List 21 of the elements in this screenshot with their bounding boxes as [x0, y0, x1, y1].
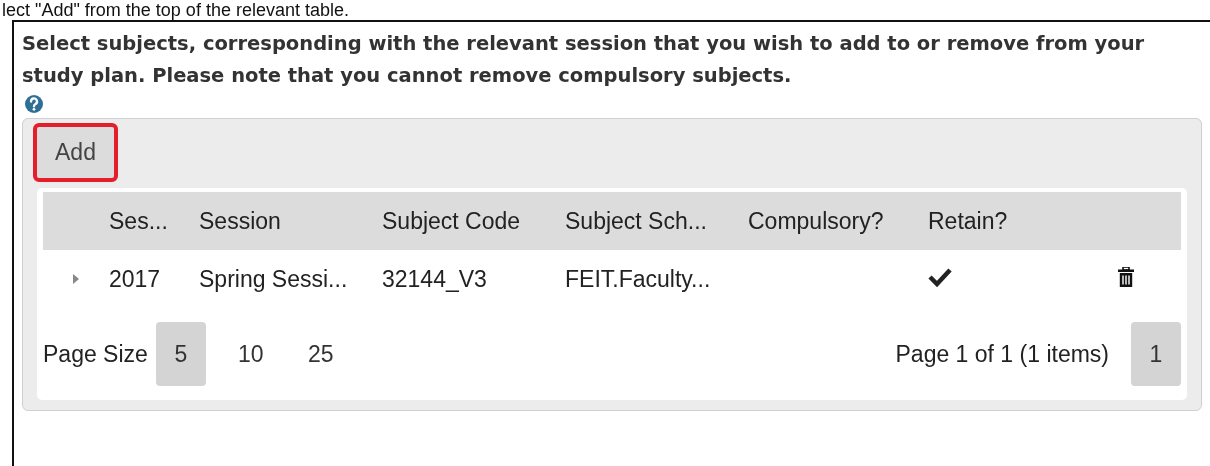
table-cell-text: FEIT.Faculty... — [565, 265, 712, 293]
column-header[interactable]: Ses... — [109, 207, 199, 235]
column-header[interactable]: Compulsory? — [748, 207, 926, 235]
column-header[interactable]: Retain? — [926, 207, 1118, 235]
page-button[interactable]: 1 — [1131, 322, 1181, 386]
table-cell-text: 2017 — [109, 265, 162, 293]
caption-text: lect "Add" from the top of the relevant table. — [1, 0, 350, 20]
column-header[interactable]: Subject Code — [382, 207, 565, 235]
page-size-option[interactable]: 10 — [225, 322, 276, 386]
delete-icon[interactable] — [1118, 266, 1134, 287]
page-size-label: Page Size — [43, 340, 148, 368]
table-cell-text: 32144_V3 — [382, 265, 488, 293]
page-size-option[interactable]: 25 — [295, 322, 346, 386]
help-icon[interactable] — [24, 94, 44, 114]
table-cell-text: Spring Sessi... — [199, 265, 349, 293]
page-size-option[interactable]: 5 — [155, 322, 206, 386]
expand-arrow-icon[interactable] — [72, 273, 80, 285]
column-header[interactable]: Session — [199, 207, 382, 235]
instructions-text: Select subjects, corresponding with the relevant session that you wish to add to or remove from your study plan. Please note that you cannot remove compulsory subjects. — [22, 31, 1146, 89]
page-summary: Page 1 of 1 (1 items) — [895, 340, 1109, 368]
column-header[interactable]: Subject Sch... — [565, 207, 748, 235]
